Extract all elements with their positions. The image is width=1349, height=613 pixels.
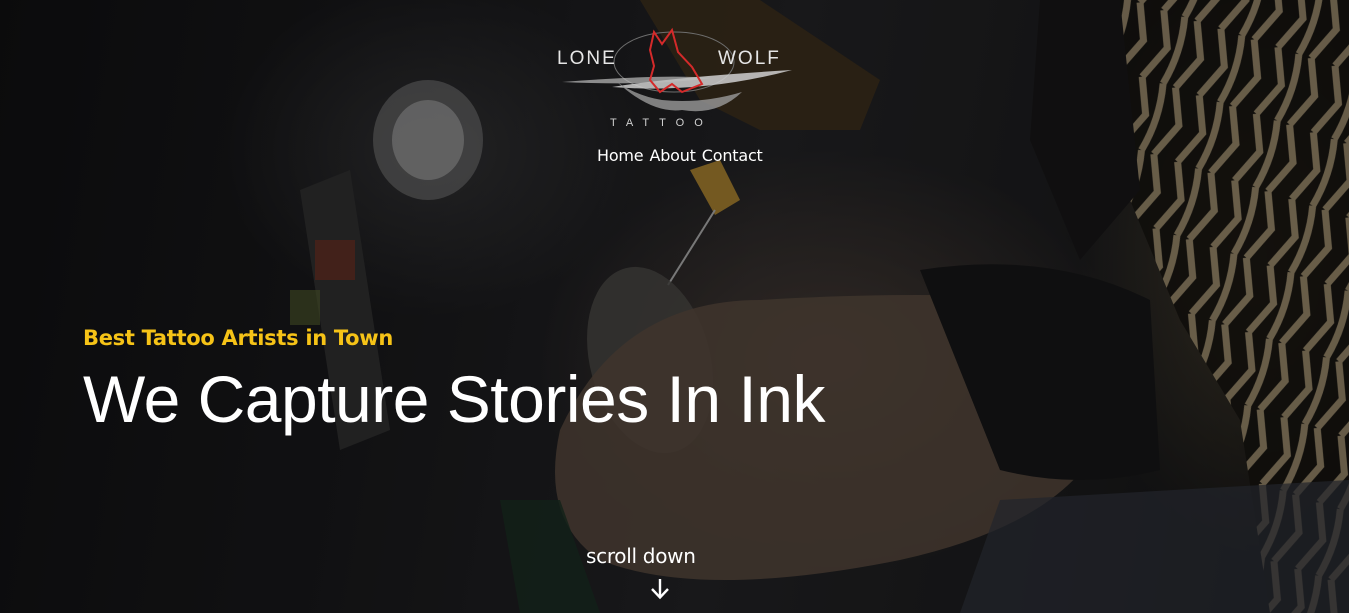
hero-headline: We Capture Stories In Ink <box>83 362 825 436</box>
scroll-down-link[interactable]: scroll down <box>586 544 736 600</box>
lone-wolf-logo[interactable]: LONE WOLF TATTOO <box>542 22 806 132</box>
nav-link-contact[interactable]: Contact <box>702 146 763 165</box>
main-nav: Home About Contact <box>597 146 763 165</box>
arrow-down-icon <box>651 579 669 600</box>
logo-word-lone: LONE <box>557 48 617 69</box>
logo-word-wolf: WOLF <box>718 48 781 69</box>
hero-section: LONE WOLF TATTOO Home About Contact Best… <box>0 0 1349 613</box>
logo-word-tattoo: TATTOO <box>610 117 713 129</box>
scroll-down-label: scroll down <box>586 544 696 568</box>
nav-link-home[interactable]: Home <box>597 146 644 165</box>
nav-link-about[interactable]: About <box>649 146 696 165</box>
hero-eyebrow: Best Tattoo Artists in Town <box>83 326 393 350</box>
